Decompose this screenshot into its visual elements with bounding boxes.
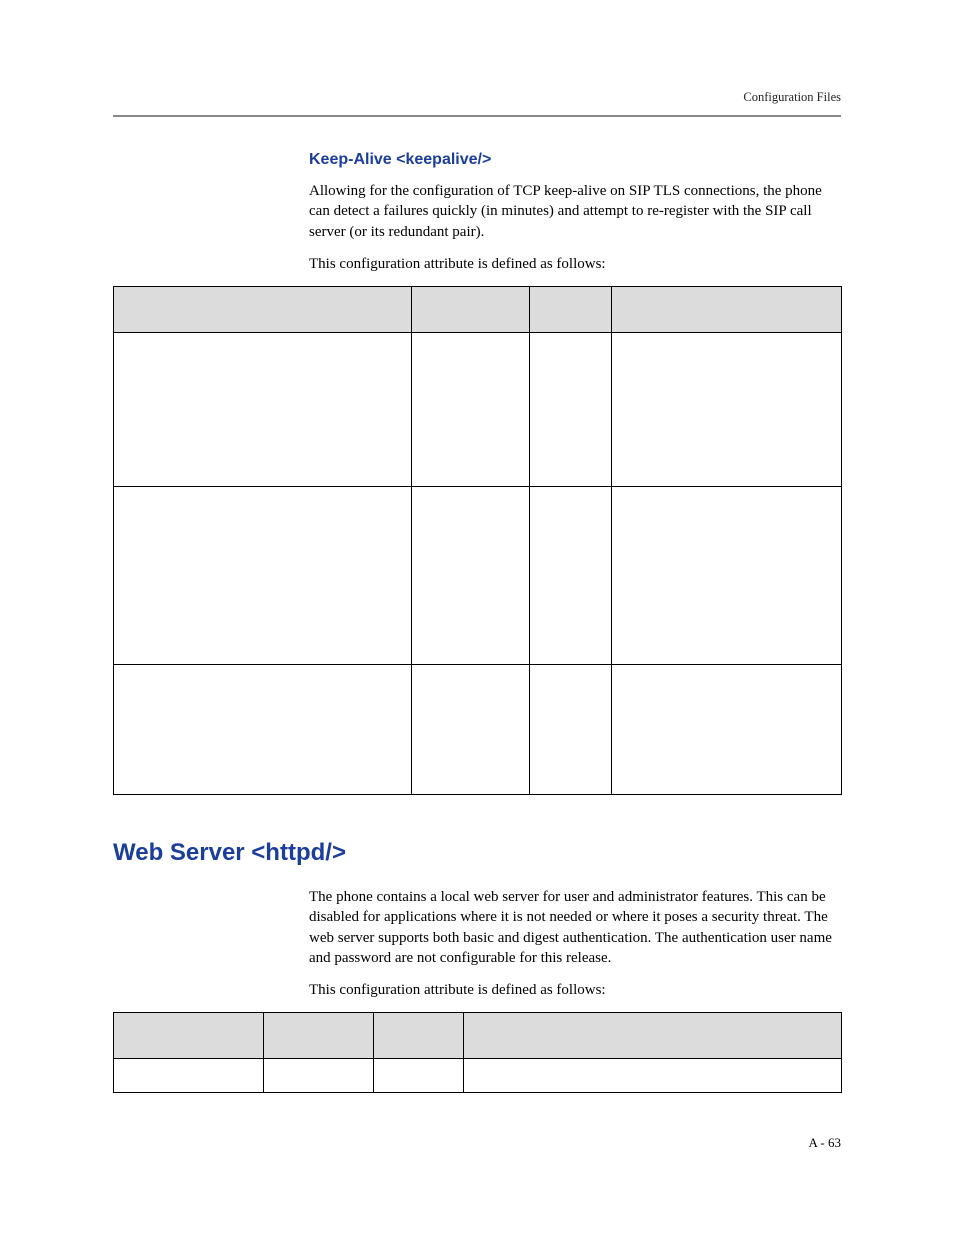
keepalive-para-1: Allowing for the configuration of TCP ke… <box>309 181 841 242</box>
table-cell <box>412 665 530 795</box>
running-head: Configuration Files <box>113 90 841 105</box>
httpd-para-2: This configuration attribute is defined … <box>309 980 841 1000</box>
table-header-cell <box>114 287 412 333</box>
table-cell <box>612 333 842 487</box>
table-cell <box>412 333 530 487</box>
table-row <box>114 333 842 487</box>
keepalive-para-2: This configuration attribute is defined … <box>309 254 841 274</box>
page: Configuration Files Keep-Alive <keepaliv… <box>0 0 954 1235</box>
table-row <box>114 1059 842 1093</box>
table-header-row <box>114 287 842 333</box>
table-row <box>114 665 842 795</box>
table-header-cell <box>114 1013 264 1059</box>
page-number: A - 63 <box>809 1135 842 1151</box>
table-cell <box>374 1059 464 1093</box>
table-row <box>114 487 842 665</box>
table-header-row <box>114 1013 842 1059</box>
table-header-cell <box>612 287 842 333</box>
table-cell <box>114 333 412 487</box>
content-inner: Keep-Alive <keepalive/> Allowing for the… <box>309 151 841 274</box>
table-header-cell <box>464 1013 842 1059</box>
table-cell <box>612 665 842 795</box>
table-cell <box>264 1059 374 1093</box>
table-cell <box>530 487 612 665</box>
table-cell <box>612 487 842 665</box>
table-cell <box>464 1059 842 1093</box>
table-cell <box>412 487 530 665</box>
httpd-attribute-table <box>113 1012 842 1093</box>
table-cell <box>114 487 412 665</box>
table-cell <box>114 1059 264 1093</box>
table-cell <box>114 665 412 795</box>
table-header-cell <box>412 287 530 333</box>
table-header-cell <box>530 287 612 333</box>
keepalive-attribute-table <box>113 286 842 795</box>
httpd-para-1: The phone contains a local web server fo… <box>309 887 841 968</box>
httpd-inner: The phone contains a local web server fo… <box>309 887 841 1000</box>
table-cell <box>530 333 612 487</box>
httpd-heading: Web Server <httpd/> <box>113 839 841 867</box>
table-header-cell <box>264 1013 374 1059</box>
table-cell <box>530 665 612 795</box>
header-rule <box>113 115 841 117</box>
table-header-cell <box>374 1013 464 1059</box>
keepalive-heading: Keep-Alive <keepalive/> <box>309 151 841 169</box>
